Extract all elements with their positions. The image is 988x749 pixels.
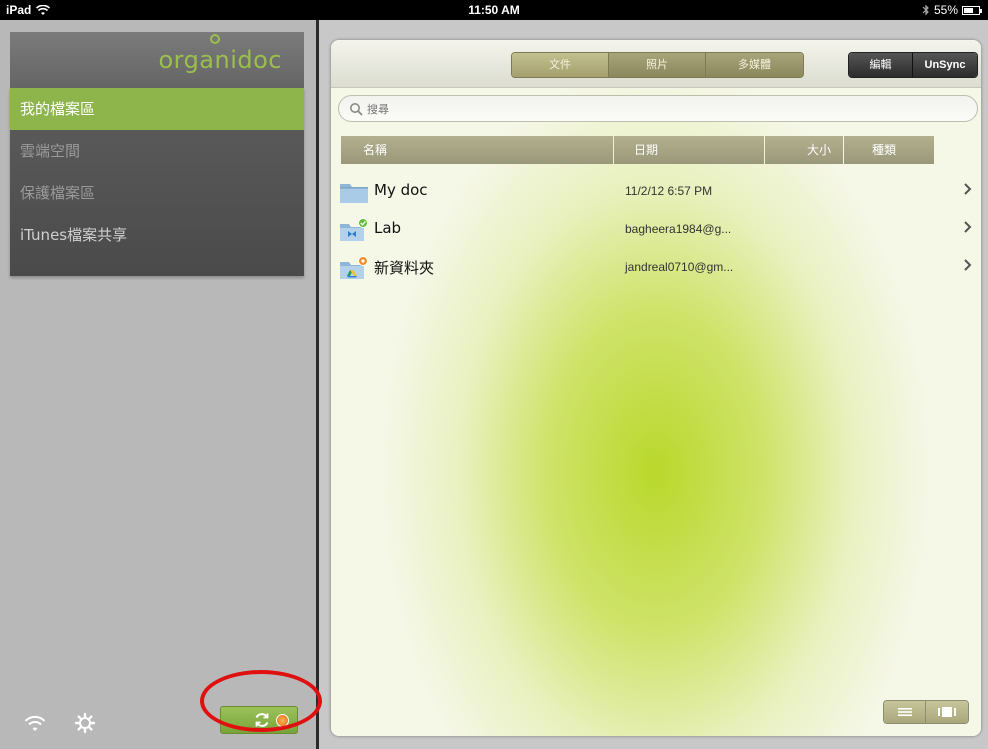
edit-button[interactable]: 編輯 xyxy=(849,53,913,77)
folder-icon xyxy=(340,184,368,203)
column-header-date[interactable]: 日期 xyxy=(614,136,764,164)
sidebar-nav-padding xyxy=(10,256,304,276)
row-date: bagheera1984@g... xyxy=(625,222,732,236)
row-name: My doc xyxy=(374,181,428,199)
bluetooth-icon xyxy=(922,4,929,16)
sidebar-footer xyxy=(0,699,316,749)
dropbox-folder-icon xyxy=(340,218,368,241)
gear-icon[interactable] xyxy=(74,712,96,734)
search-icon xyxy=(350,103,363,116)
app-logo: organidoc xyxy=(158,34,282,74)
table-row[interactable]: Lab bagheera1984@g... xyxy=(331,209,981,247)
row-date: 11/2/12 6:57 PM xyxy=(625,184,713,198)
tab-photos[interactable]: 照片 xyxy=(609,53,706,77)
list-view-icon xyxy=(898,708,912,716)
column-header-type[interactable]: 種類 xyxy=(844,136,934,164)
toolbar: 文件 照片 多媒體 編輯 UnSync xyxy=(331,40,981,88)
tab-documents[interactable]: 文件 xyxy=(512,53,609,77)
cover-view-button[interactable] xyxy=(926,701,968,723)
row-date: jandreal0710@gm... xyxy=(625,260,734,274)
status-bar-right: 55% xyxy=(922,3,982,17)
refresh-icon xyxy=(255,713,269,727)
sidebar-item-my-files[interactable]: 我的檔案區 xyxy=(10,88,304,130)
cover-view-icon xyxy=(938,707,956,717)
category-segmented-control: 文件 照片 多媒體 xyxy=(511,52,804,78)
sidebar-item-protected[interactable]: 保護檔案區 xyxy=(10,172,304,214)
list-view-button[interactable] xyxy=(884,701,926,723)
row-name: Lab xyxy=(374,219,402,237)
unsync-button[interactable]: UnSync xyxy=(913,53,977,77)
battery-percent: 55% xyxy=(933,3,958,17)
sync-button[interactable] xyxy=(220,706,298,734)
search-bar xyxy=(338,95,978,122)
column-header-name[interactable]: 名稱 xyxy=(341,136,613,164)
sidebar-item-itunes-sharing[interactable]: iTunes檔案共享 xyxy=(10,214,304,256)
status-bar: iPad 11:50 AM 55% xyxy=(0,0,988,20)
file-browser-panel: 文件 照片 多媒體 編輯 UnSync 名稱 日期 大小 種類 My doc 1… xyxy=(331,40,981,736)
logo-text: organidoc xyxy=(158,46,282,74)
table-row[interactable]: My doc 11/2/12 6:57 PM xyxy=(331,171,981,209)
sidebar-item-cloud[interactable]: 雲端空間 xyxy=(10,130,304,172)
clock: 11:50 AM xyxy=(468,3,520,17)
column-header-size[interactable]: 大小 xyxy=(765,136,843,164)
sync-status-icon xyxy=(276,714,289,727)
wifi-icon[interactable] xyxy=(24,713,46,735)
row-name: 新資料夾 xyxy=(374,259,435,277)
google-drive-folder-icon xyxy=(340,256,368,279)
tab-media[interactable]: 多媒體 xyxy=(706,53,803,77)
chevron-right-icon xyxy=(964,183,972,195)
sidebar: organidoc 我的檔案區 雲端空間 保護檔案區 iTunes檔案共享 xyxy=(0,20,316,749)
battery-icon xyxy=(962,5,982,15)
sidebar-nav: 我的檔案區 雲端空間 保護檔案區 iTunes檔案共享 xyxy=(10,88,304,276)
action-buttons: 編輯 UnSync xyxy=(848,52,978,78)
search-input[interactable] xyxy=(367,99,947,119)
view-mode-toggle xyxy=(883,700,969,724)
chevron-right-icon xyxy=(964,259,972,271)
chevron-right-icon xyxy=(964,221,972,233)
table-row[interactable]: 新資料夾 jandreal0710@gm... xyxy=(331,247,981,285)
logo-dot xyxy=(210,34,221,44)
